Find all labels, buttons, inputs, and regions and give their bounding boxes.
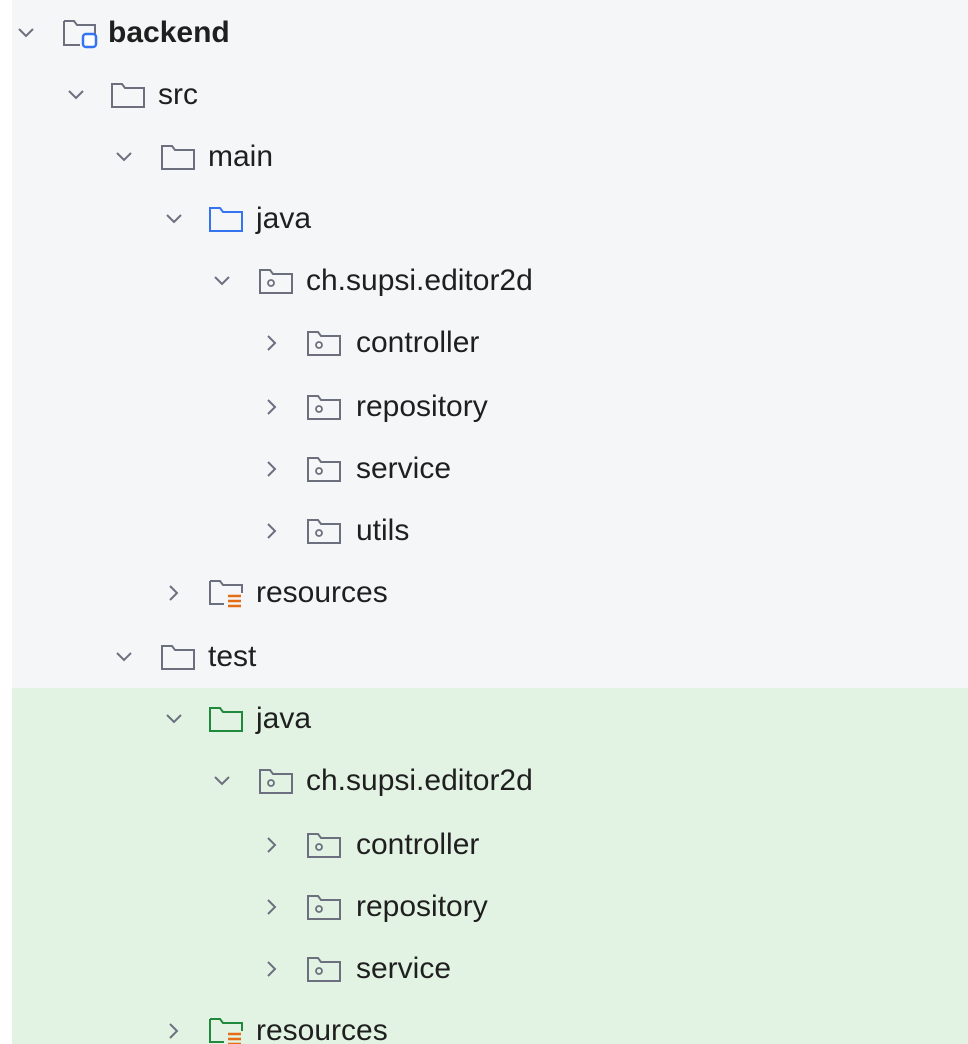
tree-node-label: service xyxy=(356,452,452,485)
package-icon xyxy=(306,312,342,374)
tree-node-src[interactable]: src xyxy=(12,64,968,126)
package-icon xyxy=(306,438,342,500)
tree-node-main-controller[interactable]: controller xyxy=(12,312,968,374)
package-icon xyxy=(306,876,342,938)
tree-node-main-resources[interactable]: resources xyxy=(12,562,968,624)
test-resources-folder-icon xyxy=(208,1000,244,1044)
tree-node-label: main xyxy=(208,140,274,173)
chevron-down-icon[interactable] xyxy=(110,626,138,688)
source-root-folder-icon xyxy=(208,188,244,250)
chevron-right-icon[interactable] xyxy=(258,312,286,374)
chevron-right-icon[interactable] xyxy=(258,938,286,1000)
project-tree-panel: backend src main java ch.supsi.editor2d … xyxy=(12,0,968,1044)
tree-node-backend[interactable]: backend xyxy=(12,2,968,64)
package-icon xyxy=(306,814,342,876)
package-icon xyxy=(306,500,342,562)
tree-node-label: ch.supsi.editor2d xyxy=(306,264,533,297)
tree-node-main-java[interactable]: java xyxy=(12,188,968,250)
tree-node-label: resources xyxy=(256,576,388,609)
chevron-down-icon[interactable] xyxy=(62,64,90,126)
folder-icon xyxy=(110,64,146,126)
chevron-right-icon[interactable] xyxy=(258,876,286,938)
tree-node-test-service[interactable]: service xyxy=(12,938,968,1000)
tree-node-test-repository[interactable]: repository xyxy=(12,876,968,938)
folder-icon xyxy=(160,626,196,688)
tree-node-main-service[interactable]: service xyxy=(12,438,968,500)
chevron-right-icon[interactable] xyxy=(258,376,286,438)
tree-node-label: service xyxy=(356,952,452,985)
tree-node-main-package[interactable]: ch.supsi.editor2d xyxy=(12,250,968,312)
tree-node-label: resources xyxy=(256,1014,388,1044)
tree-node-main-repository[interactable]: repository xyxy=(12,376,968,438)
tree-node-test-resources[interactable]: resources xyxy=(12,1000,968,1044)
chevron-down-icon[interactable] xyxy=(110,126,138,188)
tree-node-test[interactable]: test xyxy=(12,626,968,688)
test-source-root-folder-icon xyxy=(208,688,244,750)
tree-node-test-controller[interactable]: controller xyxy=(12,814,968,876)
package-icon xyxy=(306,938,342,1000)
folder-icon xyxy=(160,126,196,188)
tree-node-label: java xyxy=(256,202,312,235)
chevron-down-icon[interactable] xyxy=(208,750,236,812)
resources-folder-icon xyxy=(208,562,244,624)
chevron-down-icon[interactable] xyxy=(12,2,40,64)
chevron-right-icon[interactable] xyxy=(258,500,286,562)
chevron-right-icon[interactable] xyxy=(258,438,286,500)
chevron-down-icon[interactable] xyxy=(160,688,188,750)
tree-node-main-utils[interactable]: utils xyxy=(12,500,968,562)
tree-node-label: ch.supsi.editor2d xyxy=(306,764,533,797)
tree-node-label: backend xyxy=(108,16,230,49)
package-icon xyxy=(258,750,294,812)
package-icon xyxy=(258,250,294,312)
chevron-right-icon[interactable] xyxy=(160,562,188,624)
tree-node-main[interactable]: main xyxy=(12,126,968,188)
tree-node-label: java xyxy=(256,702,312,735)
tree-node-test-package[interactable]: ch.supsi.editor2d xyxy=(12,750,968,812)
tree-node-label: repository xyxy=(356,390,488,423)
tree-node-test-java[interactable]: java xyxy=(12,688,968,750)
package-icon xyxy=(306,376,342,438)
tree-node-label: controller xyxy=(356,828,480,861)
chevron-right-icon[interactable] xyxy=(160,1000,188,1044)
chevron-down-icon[interactable] xyxy=(208,250,236,312)
tree-node-label: repository xyxy=(356,890,488,923)
chevron-right-icon[interactable] xyxy=(258,814,286,876)
tree-node-label: utils xyxy=(356,514,410,547)
tree-node-label: test xyxy=(208,640,257,673)
tree-node-label: src xyxy=(158,78,198,111)
tree-node-label: controller xyxy=(356,326,480,359)
chevron-down-icon[interactable] xyxy=(160,188,188,250)
module-folder-icon xyxy=(62,2,98,64)
